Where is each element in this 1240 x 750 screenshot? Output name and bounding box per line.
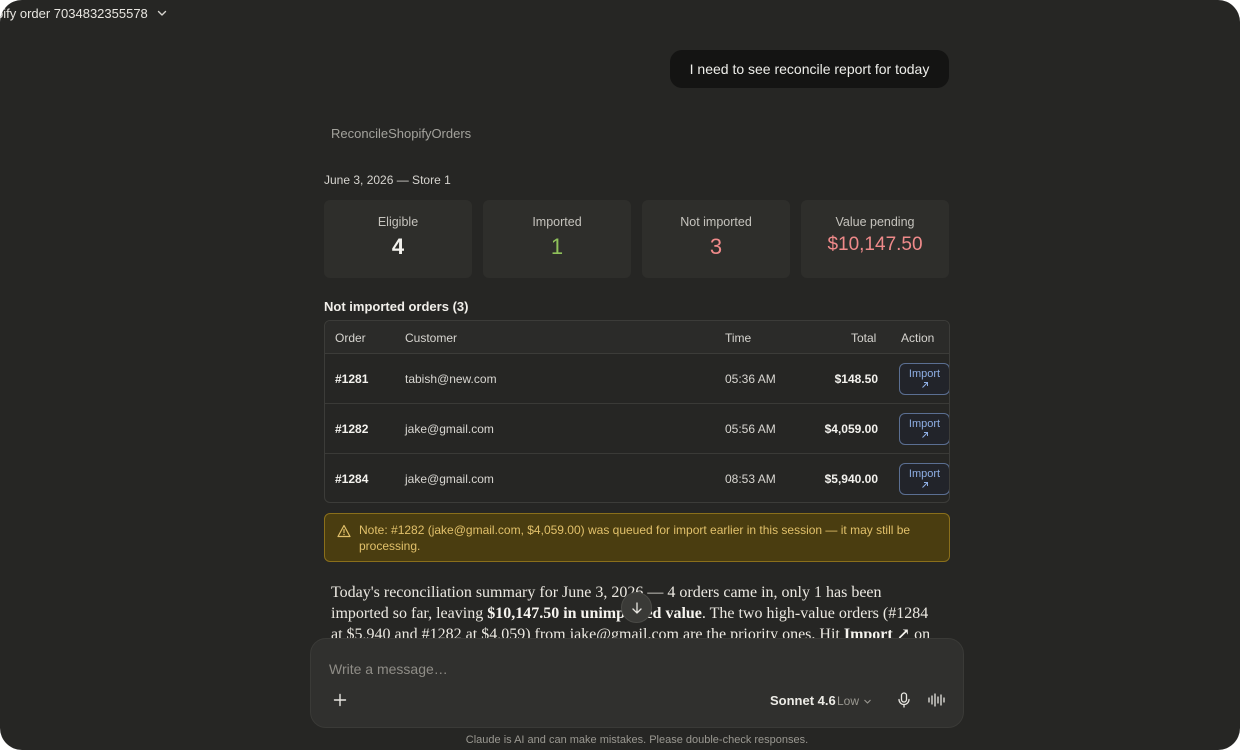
summary-bold-value: $10,147.50 in unimported value xyxy=(487,605,702,622)
metric-card-value-pending: Value pending $10,147.50 xyxy=(801,200,949,278)
arrow-down-icon xyxy=(631,601,642,614)
metric-label: Eligible xyxy=(377,215,419,229)
order-number: #1281 xyxy=(335,372,369,386)
order-time: 08:53 AM xyxy=(725,472,776,486)
metric-card-eligible: Eligible 4 xyxy=(324,200,472,278)
external-arrow-icon xyxy=(921,432,928,438)
voice-mode-button[interactable] xyxy=(927,691,947,709)
external-arrow-icon xyxy=(921,482,928,488)
microphone-button[interactable] xyxy=(895,691,913,709)
summary-text: on xyxy=(910,626,931,638)
message-input[interactable] xyxy=(329,659,889,679)
import-button-label: Import xyxy=(908,418,941,430)
plus-icon xyxy=(333,693,347,707)
scroll-to-bottom-button[interactable] xyxy=(621,592,652,623)
customer-email: jake@gmail.com xyxy=(405,472,494,486)
table-row: #1284 jake@gmail.com 08:53 AM $5,940.00 … xyxy=(325,454,949,502)
import-warning-note: Note: #1282 (jake@gmail.com, $4,059.00) … xyxy=(324,513,950,562)
conversation-title[interactable]: pify order 7034832355578 xyxy=(0,6,148,21)
column-header-order: Order xyxy=(335,331,366,345)
ai-disclaimer: Claude is AI and can make mistakes. Plea… xyxy=(465,734,809,746)
order-total: $4,059.00 xyxy=(824,422,878,436)
conversation-title-bar[interactable]: pify order 7034832355578 xyxy=(0,4,168,22)
table-header: Order Customer Time Total Action xyxy=(325,321,949,354)
app-window: pify order 7034832355578 I need to see r… xyxy=(0,0,1240,750)
metric-label: Imported xyxy=(532,215,582,229)
metric-value: 3 xyxy=(709,234,723,259)
metric-label: Not imported xyxy=(680,215,752,229)
warning-triangle-icon xyxy=(337,524,351,538)
import-button[interactable]: Import xyxy=(899,363,949,395)
column-header-customer: Customer xyxy=(405,331,458,345)
table-row: #1281 tabish@new.com 05:36 AM $148.50 Im… xyxy=(325,354,949,404)
table-row: #1282 jake@gmail.com 05:56 AM $4,059.00 … xyxy=(325,404,949,454)
column-header-action: Action xyxy=(901,331,935,345)
customer-email: tabish@new.com xyxy=(405,372,497,386)
user-message: I need to see reconcile report for today xyxy=(670,50,949,88)
metric-value: 4 xyxy=(391,234,405,259)
metric-value: $10,147.50 xyxy=(827,234,923,255)
chevron-down-icon[interactable] xyxy=(156,7,168,19)
metric-card-not-imported: Not imported 3 xyxy=(642,200,790,278)
table-title: Not imported orders (3) xyxy=(324,299,469,314)
column-header-time: Time xyxy=(725,331,752,345)
order-total: $148.50 xyxy=(834,372,878,386)
order-total: $5,940.00 xyxy=(824,472,878,486)
order-number: #1282 xyxy=(335,422,369,436)
column-header-total: Total xyxy=(851,331,877,345)
metric-label: Value pending xyxy=(835,215,915,229)
order-time: 05:56 AM xyxy=(725,422,776,436)
model-selector[interactable]: Sonnet 4.6 xyxy=(770,693,836,708)
waveform-icon xyxy=(928,693,945,707)
metric-value: 1 xyxy=(550,234,564,259)
order-time: 05:36 AM xyxy=(725,372,776,386)
import-button[interactable]: Import xyxy=(899,463,949,495)
user-message-text: I need to see reconcile report for today xyxy=(689,61,930,77)
warning-text: Note: #1282 (jake@gmail.com, $4,059.00) … xyxy=(359,523,911,553)
message-composer: Sonnet 4.6 Low xyxy=(310,638,964,728)
metric-card-imported: Imported 1 xyxy=(483,200,631,278)
microphone-icon xyxy=(898,692,910,708)
effort-selector[interactable]: Low xyxy=(837,694,872,708)
report-date: June 3, 2026 — Store 1 xyxy=(324,173,451,187)
external-arrow-icon xyxy=(921,382,928,388)
order-number: #1284 xyxy=(335,472,369,486)
effort-label: Low xyxy=(837,694,860,708)
import-button-label: Import xyxy=(908,368,941,380)
import-button-label: Import xyxy=(908,468,941,480)
metric-cards: Eligible 4 Imported 1 Not imported 3 Val… xyxy=(324,200,950,278)
not-imported-orders-table: Order Customer Time Total Action #1281 t… xyxy=(324,320,950,503)
customer-email: jake@gmail.com xyxy=(405,422,494,436)
summary-bold-import: Import ↗ xyxy=(843,626,911,638)
tool-name-label[interactable]: ReconcileShopifyOrders xyxy=(331,126,471,141)
chevron-down-icon xyxy=(864,699,871,704)
import-button[interactable]: Import xyxy=(899,413,949,445)
add-attachment-button[interactable] xyxy=(331,691,349,709)
